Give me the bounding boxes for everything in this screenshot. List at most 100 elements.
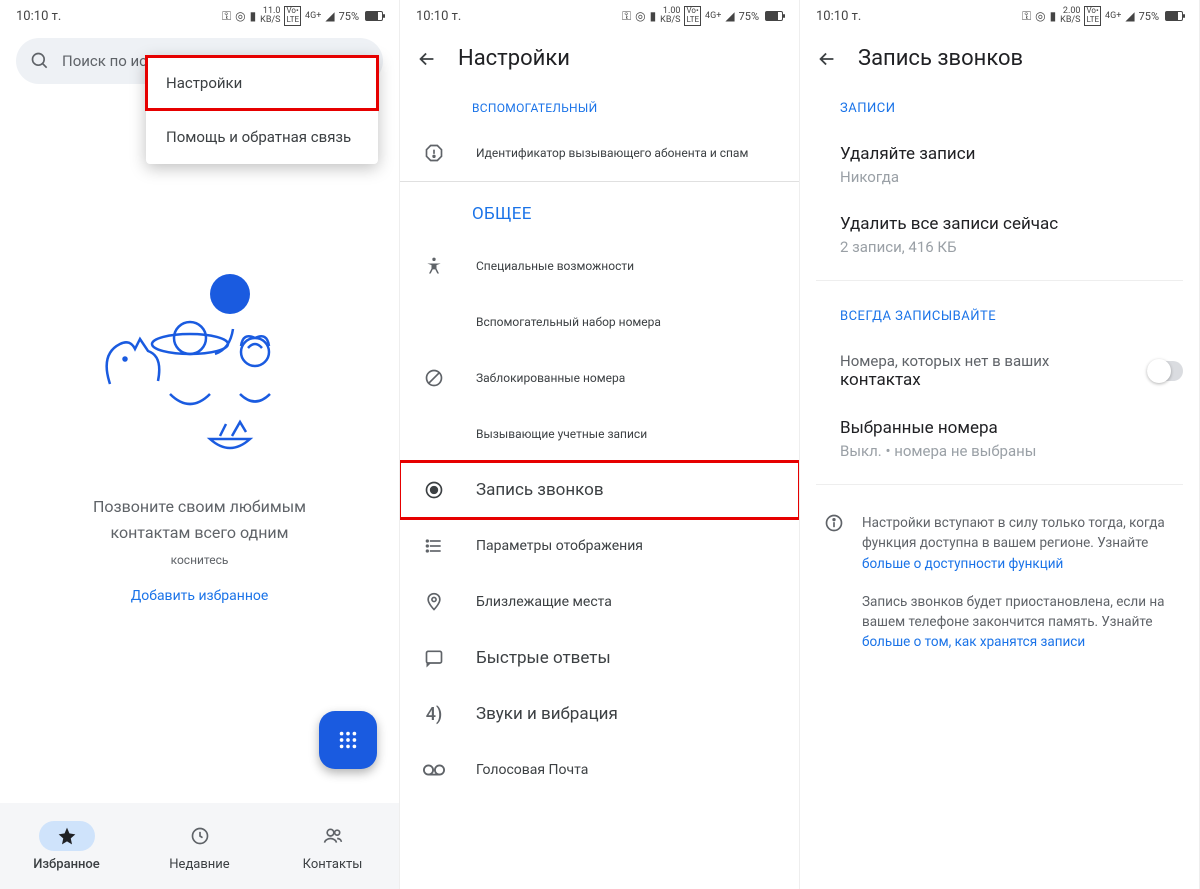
- menu-settings[interactable]: Настройки: [146, 56, 378, 110]
- signal-label: 4G+: [705, 11, 721, 21]
- section-auxiliary-label: ВСПОМОГАТЕЛЬНЫЙ: [400, 83, 799, 125]
- row-label: Быстрые ответы: [476, 648, 783, 668]
- row-call-recording[interactable]: Запись звонков: [400, 462, 799, 518]
- battery-icon: [765, 11, 783, 21]
- key-icon: ⚿: [622, 9, 631, 24]
- signal-label: 4G+: [305, 11, 321, 21]
- nav-recents-label: Недавние: [169, 857, 229, 872]
- nav-favorites-label: Избранное: [33, 857, 100, 872]
- info-text: функция доступна в вашем регионе. Узнайт…: [862, 535, 1148, 551]
- section-always-record-label: ВСЕГДА ЗАПИСЫВАЙТЕ: [816, 291, 1183, 338]
- key-icon: ⚿: [1022, 9, 1031, 24]
- phone-screen-settings: 10:10 т. ⚿ ◎ ▮ 1.00 KB/S Vo•LTE 4G+ ◢ 75…: [400, 0, 800, 889]
- section-general-label: ОБЩЕЕ: [400, 182, 799, 238]
- accessibility-icon: [424, 256, 444, 276]
- people-icon: [322, 826, 344, 846]
- row-primary: Удалить все записи сейчас: [840, 214, 1183, 234]
- signal-icon: ◢: [725, 9, 734, 23]
- row-label: Идентификатор вызывающего абонента и спа…: [476, 146, 783, 160]
- signal-icon: ◢: [325, 9, 334, 23]
- status-bar: 10:10 т. ⚿ ◎ ▮ 2.00 KB/S Vo•LTE 4G+ ◢ 75…: [800, 0, 1199, 32]
- row-unknown-numbers[interactable]: Номера, которых нет в ваших контактах: [816, 338, 1183, 404]
- empty-state-illustration: Позвоните своим любимым контактам всего …: [0, 264, 399, 604]
- hotspot-icon: ◎: [235, 9, 245, 23]
- dialpad-icon: [337, 729, 359, 751]
- back-arrow-icon[interactable]: [416, 48, 438, 70]
- row-blocked-numbers[interactable]: Заблокированные номера: [400, 350, 799, 406]
- info-text: Настройки вступают в силу только тогда, …: [862, 515, 1165, 531]
- row-sounds-vibration[interactable]: 4) Звуки и вибрация: [400, 686, 799, 742]
- toggle-unknown-numbers[interactable]: [1147, 361, 1183, 381]
- row-label: Близлежащие места: [476, 594, 783, 610]
- row-calling-accounts[interactable]: Вызывающие учетные записи: [400, 406, 799, 462]
- row-quick-replies[interactable]: Быстрые ответы: [400, 630, 799, 686]
- hero-line3: коснитесь: [93, 551, 306, 570]
- key-icon: ⚿: [222, 9, 231, 24]
- info-link-storage[interactable]: больше о том, как хранятся записи: [862, 634, 1085, 650]
- page-title: Настройки: [458, 46, 570, 71]
- settings-header: Настройки: [400, 32, 799, 83]
- vibrate-icon: ▮: [650, 9, 657, 23]
- row-caller-id[interactable]: Идентификатор вызывающего абонента и спа…: [400, 125, 799, 181]
- volte-badge: Vo•LTE: [684, 6, 701, 26]
- signal-icon: ◢: [1125, 9, 1134, 23]
- info-text: Запись звонков будет приостановлена, есл…: [862, 594, 1165, 610]
- nav-recents[interactable]: Недавние: [133, 803, 266, 889]
- row-delete-all[interactable]: Удалить все записи сейчас 2 записи, 416 …: [816, 200, 1183, 270]
- row-accessibility[interactable]: Специальные возможности: [400, 238, 799, 294]
- signal-label: 4G+: [1105, 11, 1121, 21]
- row-label: Вызывающие учетные записи: [476, 427, 783, 441]
- info-text: вашем телефоне закончится память. Узнайт…: [862, 614, 1153, 630]
- clock-icon: [190, 826, 210, 846]
- add-favorite-link[interactable]: Добавить избранное: [131, 588, 269, 604]
- back-arrow-icon[interactable]: [816, 48, 838, 70]
- row-label: Звуки и вибрация: [476, 704, 783, 724]
- kbs-label: KB/S: [660, 16, 680, 25]
- voicemail-icon: [423, 763, 445, 777]
- row-display-options[interactable]: Параметры отображения: [400, 518, 799, 574]
- nav-favorites[interactable]: Избранное: [0, 803, 133, 889]
- row-label: Заблокированные номера: [476, 371, 783, 385]
- row-voicemail[interactable]: Голосовая Почта: [400, 742, 799, 798]
- kbs-label: KB/S: [260, 16, 280, 25]
- row-delete-records[interactable]: Удаляйте записи Никогда: [816, 130, 1183, 200]
- row-label: Специальные возможности: [476, 259, 783, 273]
- bottom-navigation: Избранное Недавние Контакты: [0, 803, 399, 889]
- battery-icon: [365, 11, 383, 21]
- row-primary: Выбранные номера: [840, 418, 1183, 438]
- dialpad-fab[interactable]: [319, 711, 377, 769]
- row-primary: Удаляйте записи: [840, 144, 1183, 164]
- nav-contacts[interactable]: Контакты: [266, 803, 399, 889]
- kbs-label: KB/S: [1060, 16, 1080, 25]
- phone-screen-call-recording: 10:10 т. ⚿ ◎ ▮ 2.00 KB/S Vo•LTE 4G+ ◢ 75…: [800, 0, 1200, 889]
- volte-badge: Vo•LTE: [284, 6, 301, 26]
- battery-pct: 75%: [339, 10, 359, 23]
- battery-pct: 75%: [739, 10, 759, 23]
- record-icon: [424, 480, 444, 500]
- row-secondary: Никогда: [840, 168, 1183, 186]
- status-time: 10:10 т.: [816, 9, 861, 24]
- volte-badge: Vo•LTE: [1084, 6, 1101, 26]
- info-link-availability[interactable]: больше о доступности функций: [862, 556, 1063, 572]
- unknown-l1: Номера, которых нет в ваших: [840, 352, 1135, 370]
- star-icon: [57, 826, 77, 846]
- status-time: 10:10 т.: [416, 9, 461, 24]
- status-bar: 10:10 т. ⚿ ◎ ▮ 11.0 KB/S Vo•LTE 4G+ ◢ 75…: [0, 0, 399, 32]
- hotspot-icon: ◎: [1035, 9, 1045, 23]
- hero-line2: контактам всего одним: [93, 520, 306, 546]
- row-nearby-places[interactable]: Близлежащие места: [400, 574, 799, 630]
- row-label: Параметры отображения: [476, 538, 783, 554]
- menu-help-feedback[interactable]: Помощь и обратная связь: [146, 110, 378, 164]
- row-assisted-dial[interactable]: Вспомогательный набор номера: [400, 294, 799, 350]
- overflow-menu: Настройки Помощь и обратная связь: [146, 56, 378, 164]
- phone-screen-favorites: 10:10 т. ⚿ ◎ ▮ 11.0 KB/S Vo•LTE 4G+ ◢ 75…: [0, 0, 400, 889]
- status-icons: ⚿ ◎ ▮ 11.0 KB/S Vo•LTE 4G+ ◢ 75%: [222, 6, 383, 26]
- divider: [816, 280, 1183, 281]
- section-records-label: ЗАПИСИ: [816, 83, 1183, 130]
- search-icon: [30, 51, 50, 71]
- location-icon: [424, 592, 444, 612]
- row-selected-numbers[interactable]: Выбранные номера Выкл. • номера не выбра…: [816, 404, 1183, 474]
- vibrate-icon: ▮: [250, 9, 257, 23]
- info-icon: [824, 513, 844, 533]
- status-time: 10:10 т.: [16, 9, 61, 24]
